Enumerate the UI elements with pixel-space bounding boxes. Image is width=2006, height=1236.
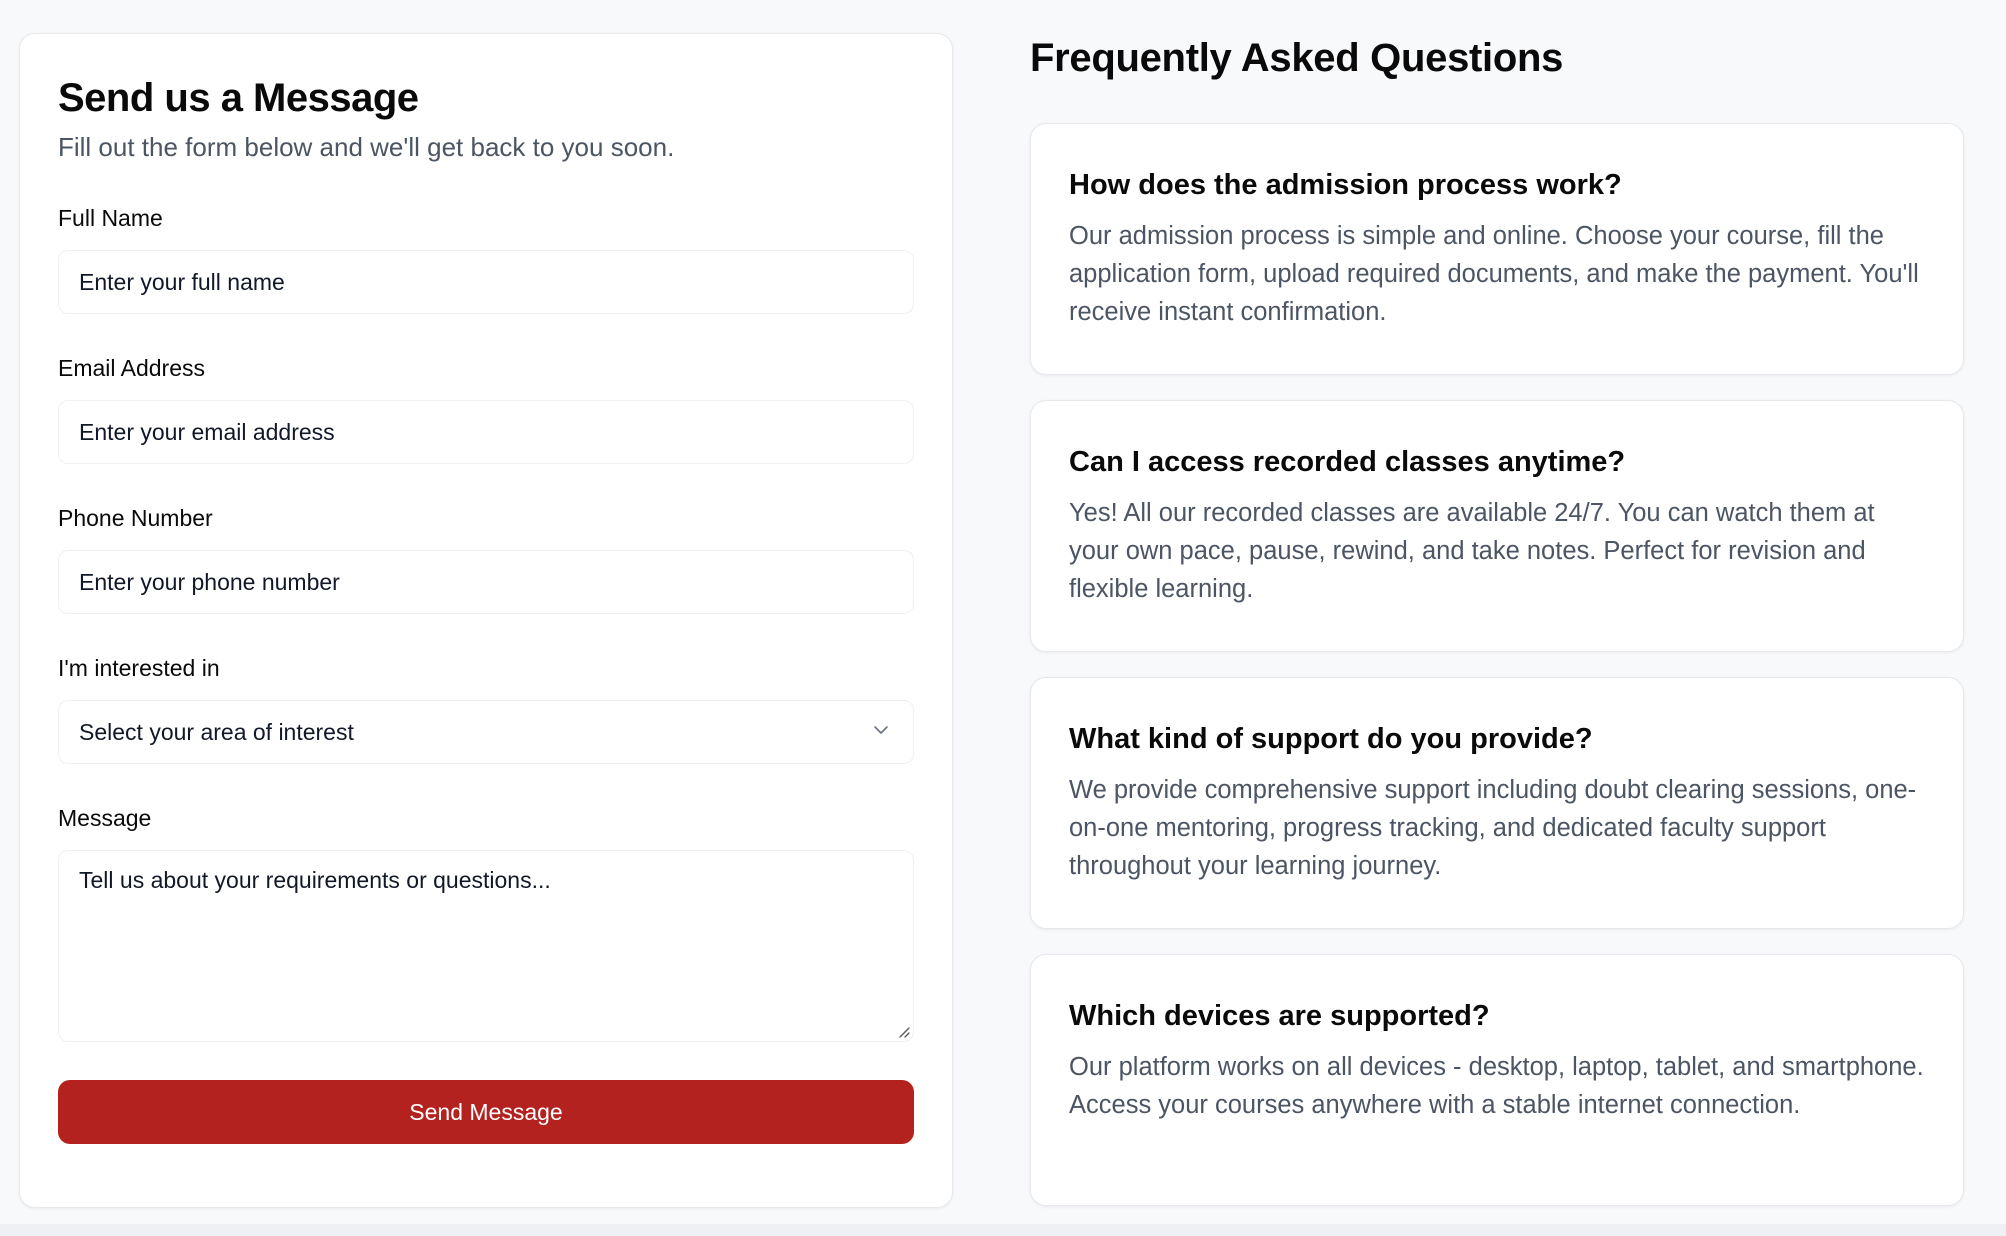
contact-page: Send us a Message Fill out the form belo… [0, 0, 2006, 1236]
page-bottom-edge [0, 1224, 2006, 1236]
interest-label: I'm interested in [58, 655, 220, 681]
phone-input[interactable] [58, 550, 914, 614]
faq-item: How does the admission process work? Our… [1030, 123, 1964, 375]
faq-item: Can I access recorded classes anytime? Y… [1030, 400, 1964, 652]
full-name-field: Full Name [58, 203, 914, 314]
faq-title: Frequently Asked Questions [1030, 36, 1564, 80]
interest-select-value: Select your area of interest [79, 718, 354, 745]
faq-answer: Yes! All our recorded classes are availa… [1069, 499, 1875, 603]
email-field: Email Address [58, 353, 914, 464]
full-name-label: Full Name [58, 205, 163, 231]
faq-question: Which devices are supported? [1069, 1000, 1490, 1032]
message-textarea[interactable] [58, 850, 914, 1042]
faq-question: What kind of support do you provide? [1069, 723, 1593, 755]
message-textarea-wrapper [58, 850, 914, 1042]
form-subtitle: Fill out the form below and we'll get ba… [58, 132, 675, 162]
full-name-input[interactable] [58, 250, 914, 314]
contact-form-card: Send us a Message Fill out the form belo… [19, 33, 953, 1208]
email-input[interactable] [58, 400, 914, 464]
send-message-button[interactable]: Send Message [58, 1080, 914, 1144]
interest-field: I'm interested in Select your area of in… [58, 653, 914, 764]
faq-section: Frequently Asked Questions How does the … [1030, 30, 1964, 1231]
faq-question: How does the admission process work? [1069, 169, 1622, 201]
chevron-down-icon [874, 726, 888, 734]
faq-item: What kind of support do you provide? We … [1030, 677, 1964, 929]
resize-handle-icon[interactable] [896, 1024, 910, 1038]
interest-select[interactable]: Select your area of interest [58, 700, 914, 764]
phone-field: Phone Number [58, 503, 914, 614]
form-title: Send us a Message [58, 76, 419, 120]
faq-answer: Our platform works on all devices - desk… [1069, 1053, 1924, 1119]
faq-answer: Our admission process is simple and onli… [1069, 222, 1919, 326]
faq-item: Which devices are supported? Our platfor… [1030, 954, 1964, 1206]
message-field: Message [58, 803, 914, 1042]
faq-question: Can I access recorded classes anytime? [1069, 446, 1626, 478]
faq-answer: We provide comprehensive support includi… [1069, 776, 1917, 880]
faq-list: How does the admission process work? Our… [1030, 123, 1964, 1206]
email-label: Email Address [58, 355, 206, 381]
message-label: Message [58, 805, 152, 831]
phone-label: Phone Number [58, 505, 213, 531]
